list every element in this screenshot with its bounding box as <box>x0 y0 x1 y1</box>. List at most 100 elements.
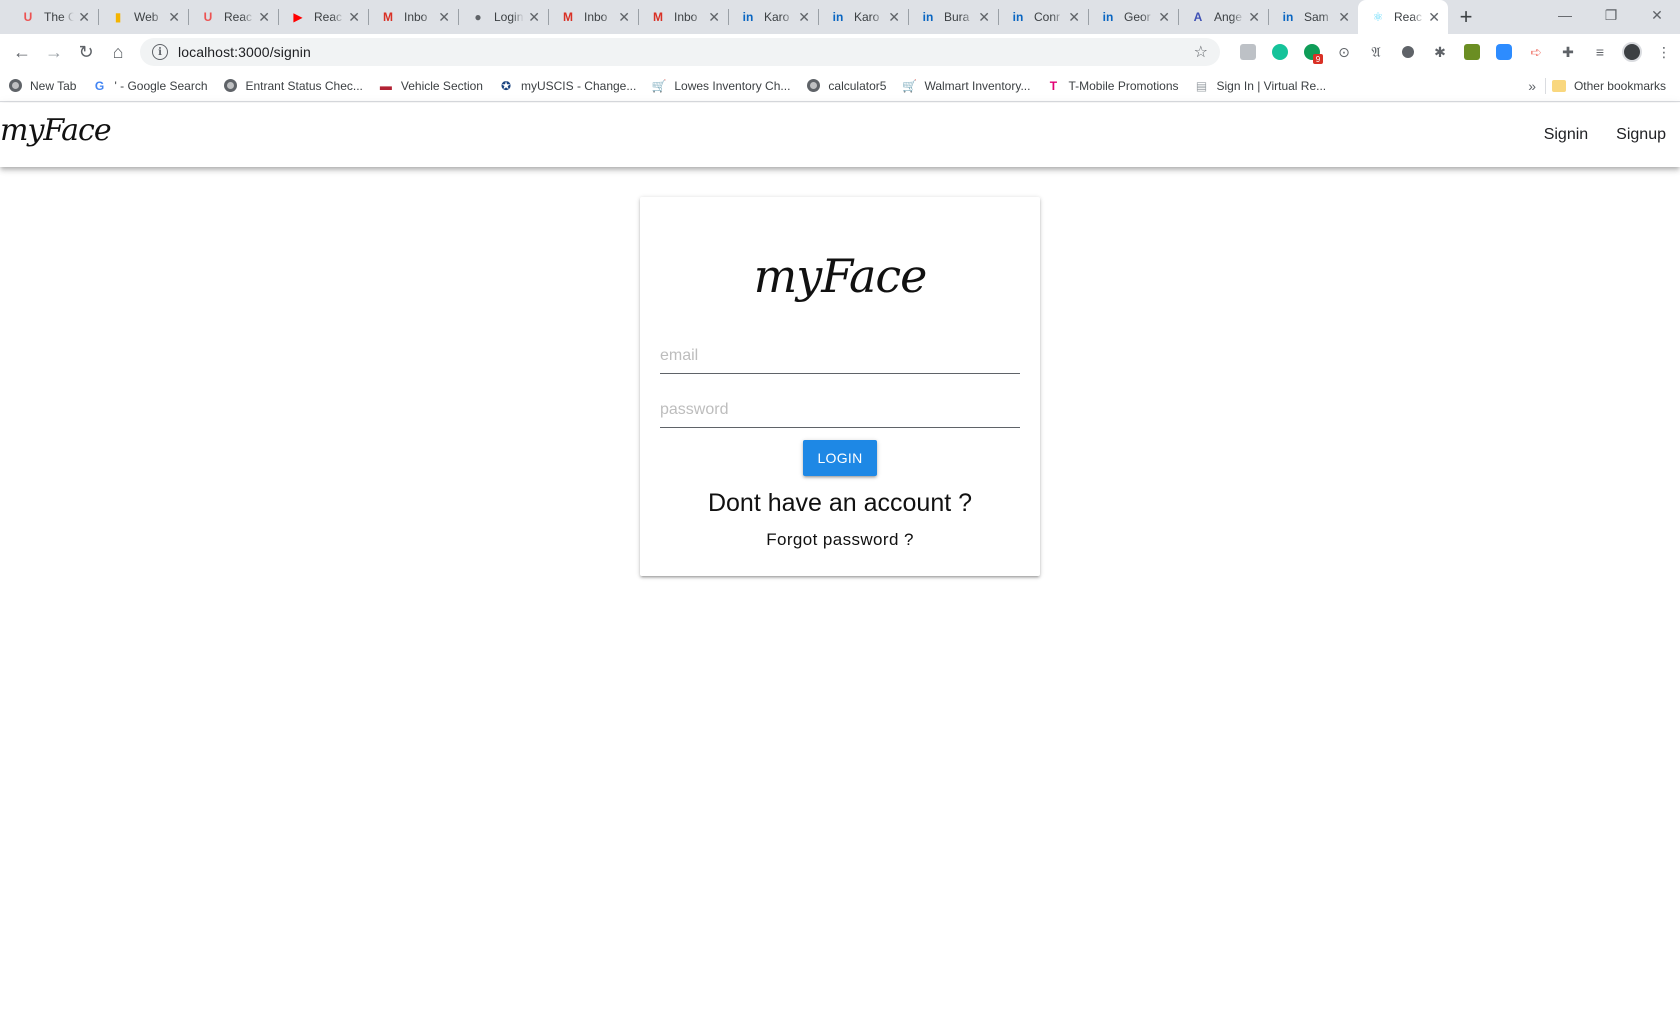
browser-tab[interactable]: M Inbo ✕ <box>638 0 728 34</box>
bookmark-star-icon[interactable]: ☆ <box>1194 42 1208 62</box>
password-input[interactable] <box>660 386 1020 427</box>
tab-title: Login <box>494 10 524 24</box>
bookmark-item[interactable]: Entrant Status Chec... <box>224 79 363 93</box>
new-tab-button[interactable]: + <box>1448 0 1484 34</box>
close-tab-icon[interactable]: ✕ <box>528 9 540 26</box>
browser-tab[interactable]: in Karo ✕ <box>818 0 908 34</box>
tab-title: Karo <box>854 10 880 24</box>
bookmark-item[interactable]: T T-Mobile Promotions <box>1046 78 1179 93</box>
browser-tab[interactable]: ▮ Web ✕ <box>98 0 188 34</box>
seal-icon: ✪ <box>500 78 511 93</box>
reload-icon[interactable]: ↻ <box>70 36 102 68</box>
close-tab-icon[interactable]: ✕ <box>708 9 720 26</box>
forward-icon[interactable]: → <box>38 36 70 68</box>
header-nav: Signin Signup <box>1516 103 1666 167</box>
reading-list-icon[interactable]: ≡ <box>1584 38 1616 66</box>
browser-menu-icon[interactable]: ⋮ <box>1648 38 1680 66</box>
bookmarks-bar: New Tab G ' - Google Search Entrant Status … <box>0 70 1680 102</box>
close-tab-icon[interactable]: ✕ <box>888 9 900 26</box>
bookmark-item[interactable]: calculator5 <box>806 79 886 93</box>
grammarly-icon[interactable] <box>1264 38 1296 66</box>
gmail-icon: M <box>563 10 573 24</box>
signin-card: myFace LOGIN Dont have an account ? Forg… <box>640 197 1040 576</box>
close-tab-icon[interactable]: ✕ <box>618 9 630 26</box>
bookmark-item[interactable]: ✪ myUSCIS - Change... <box>499 79 636 93</box>
browser-tab[interactable]: in Bura ✕ <box>908 0 998 34</box>
address-bar[interactable]: i localhost:3000/signin ☆ <box>140 38 1220 66</box>
close-tab-icon[interactable]: ✕ <box>1248 9 1260 26</box>
home-icon[interactable]: ⌂ <box>102 36 134 68</box>
other-bookmarks[interactable]: Other bookmarks <box>1551 70 1666 102</box>
close-tab-icon[interactable]: ✕ <box>1428 9 1440 26</box>
extension-bug-icon[interactable]: ✱ <box>1424 38 1456 66</box>
brand-logo[interactable]: myFace <box>0 113 112 148</box>
back-icon[interactable]: ← <box>6 36 38 68</box>
browser-tab[interactable]: in Geor ✕ <box>1088 0 1178 34</box>
browser-tab[interactable]: U The C ✕ <box>8 0 98 34</box>
signup-prompt-link[interactable]: Dont have an account ? <box>640 489 1040 518</box>
browser-tab[interactable]: ⚛ Reac ✕ <box>1358 0 1448 34</box>
extensions-puzzle-icon[interactable]: ✚ <box>1552 38 1584 66</box>
flag-icon: ▬ <box>379 78 392 93</box>
bookmark-item[interactable]: 🛒 Walmart Inventory... <box>902 79 1031 93</box>
browser-tab[interactable]: M Inbo ✕ <box>368 0 458 34</box>
tab-title: Reac <box>314 10 343 24</box>
browser-tab[interactable]: in Conr ✕ <box>998 0 1088 34</box>
profile-avatar[interactable] <box>1616 38 1648 66</box>
bookmark-label: T-Mobile Promotions <box>1068 78 1179 93</box>
linkedin-icon: in <box>1282 10 1294 24</box>
bookmark-label: calculator5 <box>828 78 887 93</box>
restore-icon[interactable]: ❐ <box>1588 0 1634 30</box>
close-window-icon[interactable]: ✕ <box>1634 0 1680 30</box>
extension-text-icon[interactable]: 𝔄 <box>1360 38 1392 66</box>
close-tab-icon[interactable]: ✕ <box>798 9 810 26</box>
extension-tree-icon[interactable] <box>1456 38 1488 66</box>
bookmark-list: New Tab G ' - Google Search Entrant Status … <box>8 79 1342 93</box>
bookmark-item[interactable]: New Tab <box>8 79 76 93</box>
browser-tab[interactable]: in Karo ✕ <box>728 0 818 34</box>
zoom-icon[interactable] <box>1488 38 1520 66</box>
close-tab-icon[interactable]: ✕ <box>1158 9 1170 26</box>
login-button[interactable]: LOGIN <box>803 440 877 476</box>
bookmark-item[interactable]: ▬ Vehicle Section <box>379 79 483 93</box>
more-bookmarks-icon[interactable]: » <box>1528 70 1536 102</box>
address-url[interactable]: localhost:3000/signin <box>178 44 1194 60</box>
close-tab-icon[interactable]: ✕ <box>78 9 90 26</box>
browser-tab[interactable]: U Reac ✕ <box>188 0 278 34</box>
browser-tab[interactable]: M Inbo ✕ <box>548 0 638 34</box>
browser-tab[interactable]: in Sam ✕ <box>1268 0 1358 34</box>
close-tab-icon[interactable]: ✕ <box>348 9 360 26</box>
bookmark-item[interactable]: 🛒 Lowes Inventory Ch... <box>652 79 791 93</box>
react-icon: ⚛ <box>1372 10 1384 24</box>
forgot-password-link[interactable]: Forgot password ? <box>640 530 1040 550</box>
youtube-icon: ▶ <box>293 10 303 24</box>
browser-tab[interactable]: A Ange ✕ <box>1178 0 1268 34</box>
close-tab-icon[interactable]: ✕ <box>168 9 180 26</box>
close-tab-icon[interactable]: ✕ <box>978 9 990 26</box>
tab-title: Inbo <box>674 10 698 24</box>
extension-share-icon[interactable]: ➪ <box>1520 38 1552 66</box>
extension-reader-icon[interactable] <box>1232 38 1264 66</box>
browser-tab[interactable]: ▶ Reac ✕ <box>278 0 368 34</box>
bookmark-item[interactable]: ▤ Sign In | Virtual Re... <box>1195 79 1326 93</box>
site-info-icon[interactable]: i <box>152 44 168 60</box>
browser-tab[interactable]: ● Login ✕ <box>458 0 548 34</box>
close-tab-icon[interactable]: ✕ <box>438 9 450 26</box>
close-tab-icon[interactable]: ✕ <box>1338 9 1350 26</box>
email-input[interactable] <box>660 332 1020 373</box>
gmail-icon: M <box>383 10 393 24</box>
bookmark-label: myUSCIS - Change... <box>520 78 637 93</box>
close-tab-icon[interactable]: ✕ <box>258 9 270 26</box>
bookmark-label: ' - Google Search <box>114 78 208 93</box>
google-icon: G <box>94 78 105 93</box>
close-tab-icon[interactable]: ✕ <box>1068 9 1080 26</box>
extension-badge-icon[interactable]: 9 <box>1296 38 1328 66</box>
tab-list: U The C ✕ ▮ Web ✕ U Reac ✕ ▶ Reac ✕ M Inbo ✕ ● Login ✕ M In… <box>0 0 1448 34</box>
minimize-icon[interactable]: — <box>1542 0 1588 30</box>
extension-code-icon[interactable]: ⊙ <box>1328 38 1360 66</box>
extension-circle-icon[interactable] <box>1392 38 1424 66</box>
bookmark-label: Entrant Status Chec... <box>245 78 363 93</box>
signup-link[interactable]: Signup <box>1616 126 1666 144</box>
signin-link[interactable]: Signin <box>1544 126 1588 144</box>
bookmark-item[interactable]: G ' - Google Search <box>92 78 208 93</box>
